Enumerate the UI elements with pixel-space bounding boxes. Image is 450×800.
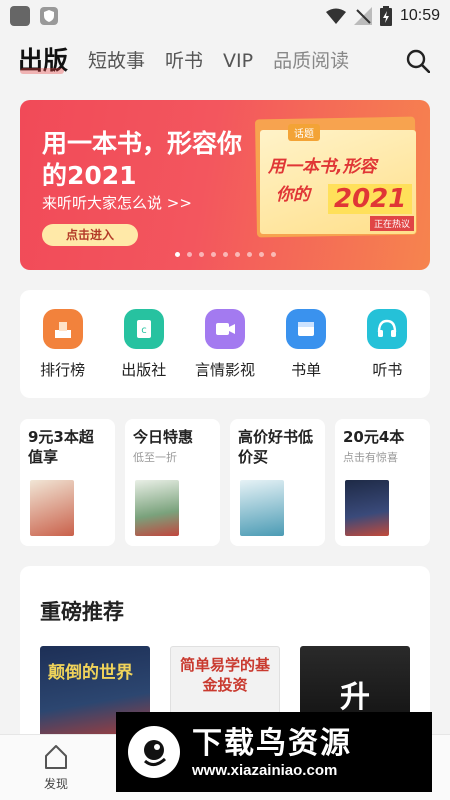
status-bar: 10:59 — [0, 0, 450, 32]
promo-title: 9元3本超值享 — [28, 428, 94, 466]
category-panel: 排行榜 c 出版社 言情影视 书单 听书 — [20, 290, 430, 398]
book-cover — [240, 480, 284, 536]
category-label: 书单 — [291, 360, 322, 379]
pagination-dot[interactable] — [234, 252, 240, 257]
pagination-dot[interactable] — [222, 252, 228, 257]
promo-card-20yuan[interactable]: 20元4本 点击有惊喜 — [335, 419, 430, 546]
banner-title: 用一本书，形容你的2021 — [42, 129, 243, 190]
pagination-dot[interactable] — [246, 252, 252, 257]
booklist-icon — [286, 308, 327, 349]
pagination-dot[interactable] — [270, 252, 276, 257]
banner-pagination — [20, 252, 430, 257]
category-label: 出版社 — [121, 360, 167, 379]
top-nav: 出版 短故事 听书 VIP 品质阅读 — [0, 36, 450, 86]
headphones-icon — [367, 308, 408, 349]
pagination-dot[interactable] — [258, 252, 264, 257]
clock: 10:59 — [399, 7, 440, 24]
banner-enter-button[interactable]: 点击进入 — [42, 224, 138, 246]
watermark-name: 下载鸟资源 — [192, 725, 352, 761]
search-icon — [406, 49, 430, 73]
book-cover — [135, 480, 179, 536]
category-label: 排行榜 — [40, 360, 86, 379]
book-cover — [345, 480, 389, 536]
tab-vip[interactable]: VIP — [223, 38, 253, 84]
tab-quality-reading[interactable]: 品质阅读 — [273, 38, 349, 84]
tab-publish[interactable]: 出版 — [18, 38, 68, 84]
tab-discover[interactable]: 发现 — [30, 743, 82, 792]
pagination-dot[interactable] — [174, 252, 180, 257]
tab-short-story[interactable]: 短故事 — [88, 38, 145, 84]
book-cover — [30, 480, 74, 536]
pagination-dot[interactable] — [186, 252, 192, 257]
promo-subtitle: 点击有惊喜 — [343, 451, 398, 464]
banner-card-line2: 你的 — [276, 185, 310, 205]
category-romance-film[interactable]: 言情影视 — [187, 308, 263, 380]
banner-topic-tag: 话题 — [288, 124, 320, 141]
promo-title: 高价好书低价买 — [238, 428, 314, 466]
promo-banner[interactable]: 用一本书，形容你的2021 来听听大家怎么说 >> 点击进入 话题 用一本书,形… — [20, 100, 430, 270]
tab-audiobook[interactable]: 听书 — [165, 38, 203, 84]
banner-live-badge: 正在热议 — [370, 216, 415, 231]
wifi-icon — [325, 8, 346, 24]
book-title: 颠倒的世界 — [48, 663, 133, 683]
shield-icon — [40, 7, 58, 25]
pagination-dot[interactable] — [198, 252, 204, 257]
search-button[interactable] — [404, 47, 432, 75]
category-publisher[interactable]: c 出版社 — [106, 308, 182, 380]
promo-title: 20元4本 — [343, 428, 405, 446]
section-title: 重磅推荐 — [40, 600, 124, 624]
battery-icon — [379, 6, 392, 26]
category-label: 言情影视 — [194, 360, 255, 379]
category-booklist[interactable]: 书单 — [268, 308, 344, 380]
banner-card-line1: 用一本书,形容 — [268, 157, 377, 177]
category-label: 听书 — [372, 360, 403, 379]
svg-text:c: c — [141, 325, 147, 336]
tab-label: 发现 — [43, 777, 68, 791]
book-title: 升 — [340, 680, 370, 715]
app-notification-icon — [10, 6, 30, 26]
no-signal-icon — [353, 7, 372, 25]
promo-card-today-deal[interactable]: 今日特惠 低至一折 — [125, 419, 220, 546]
promo-row: 9元3本超值享 今日特惠 低至一折 高价好书低价买 20元4本 点击有惊喜 — [20, 419, 430, 546]
promo-card-high-value[interactable]: 高价好书低价买 — [230, 419, 325, 546]
book-title: 简单易学的基金投资 — [179, 656, 270, 694]
category-ranking[interactable]: 排行榜 — [25, 308, 101, 380]
category-audiobook[interactable]: 听书 — [349, 308, 425, 380]
pagination-dot[interactable] — [210, 252, 216, 257]
banner-subtitle: 来听听大家怎么说 >> — [42, 194, 192, 212]
watermark-overlay: 下载鸟资源 www.xiazainiao.com — [116, 712, 432, 792]
watermark-url: www.xiazainiao.com — [192, 761, 338, 779]
promo-subtitle: 低至一折 — [133, 451, 177, 464]
trophy-icon — [42, 308, 83, 349]
publisher-icon: c — [123, 308, 164, 349]
video-icon — [204, 308, 245, 349]
home-icon — [45, 745, 67, 769]
banner-card-year: 2021 — [328, 184, 413, 214]
promo-title: 今日特惠 — [133, 428, 194, 446]
bird-logo-icon — [128, 726, 180, 778]
promo-card-9yuan[interactable]: 9元3本超值享 — [20, 419, 115, 546]
